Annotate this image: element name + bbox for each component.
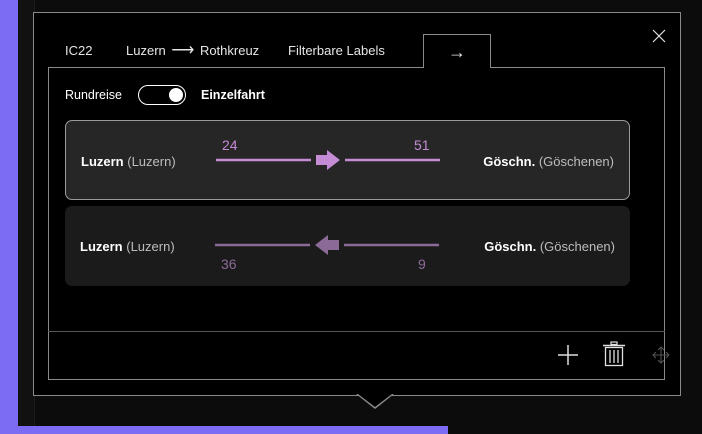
destination-short-name: Göschn. xyxy=(483,154,536,169)
trip-type-toggle[interactable] xyxy=(138,85,186,105)
toggle-left-label: Rundreise xyxy=(65,88,122,102)
route-origin: Luzern (Luzern) xyxy=(80,239,175,254)
route-destination: Göschn. (Göschenen) xyxy=(484,239,615,254)
close-icon[interactable] xyxy=(651,28,667,44)
tab-route[interactable]: Luzern ⟶ Rothkreuz xyxy=(126,34,259,68)
origin-full-name: (Luzern) xyxy=(126,239,175,254)
origin-full-name: (Luzern) xyxy=(127,154,176,169)
destination-full-name: (Göschenen) xyxy=(539,239,615,254)
move-icon[interactable] xyxy=(652,346,670,364)
tab-label: IC22 xyxy=(65,43,93,58)
tab-ic22[interactable]: IC22 xyxy=(65,34,92,68)
dialog-pointer-fill xyxy=(358,394,392,407)
destination-full-name: (Göschenen) xyxy=(538,154,614,169)
tab-filterbare-labels[interactable]: Filterbare Labels xyxy=(288,34,385,68)
plus-icon[interactable] xyxy=(557,344,579,366)
origin-short-name: Luzern xyxy=(80,239,123,254)
route-card-forward[interactable]: Luzern (Luzern) 24 51 Göschn. (Göschenen… xyxy=(65,120,630,200)
destination-short-name: Göschn. xyxy=(484,239,537,254)
route-left-value: 36 xyxy=(221,256,237,272)
background-bottom-strip xyxy=(18,426,448,434)
origin-short-name: Luzern xyxy=(81,154,124,169)
route-card-backward[interactable]: Luzern (Luzern) 36 9 Göschn. (Göschenen) xyxy=(65,206,630,286)
background-left xyxy=(0,0,18,434)
tab-direction[interactable]: → xyxy=(423,34,491,68)
toggle-knob xyxy=(169,87,183,102)
arrow-right-icon xyxy=(216,150,440,170)
route-destination: Göschn. (Göschenen) xyxy=(483,154,614,169)
trash-icon[interactable] xyxy=(602,341,626,367)
arrow-right-icon: → xyxy=(448,42,466,62)
route-right-value: 9 xyxy=(418,256,426,272)
route-origin: Luzern (Luzern) xyxy=(81,154,176,169)
tab-route-to: Rothkreuz xyxy=(199,43,260,58)
tab-label: Filterbare Labels xyxy=(288,43,385,58)
arrow-left-icon xyxy=(215,235,439,255)
footer-divider xyxy=(48,331,665,332)
tab-route-from: Luzern xyxy=(126,43,166,58)
toggle-right-label: Einzelfahrt xyxy=(201,88,265,102)
arrow-right-icon: ⟶ xyxy=(171,42,195,59)
